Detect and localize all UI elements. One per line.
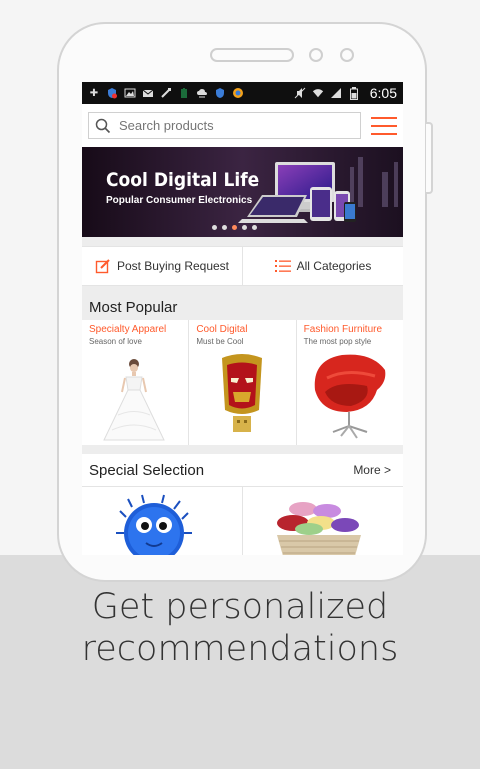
wedding-dress-image: [103, 359, 165, 441]
pagination-dot-active[interactable]: [232, 225, 237, 230]
post-buying-request-label: Post Buying Request: [116, 259, 230, 273]
shield-icon: [106, 87, 118, 99]
caption-line-1: Get personalized: [91, 587, 389, 627]
red-chair-image: [314, 354, 385, 439]
edit-icon: [95, 258, 111, 274]
all-categories-label: All Categories: [296, 259, 372, 273]
pagination-dot[interactable]: [242, 225, 247, 230]
search-input[interactable]: [117, 117, 341, 134]
phone-side-button: [426, 122, 433, 194]
banner-devices-image: [82, 147, 403, 237]
cloud-icon: [196, 87, 208, 99]
status-time: 6:05: [369, 85, 397, 101]
signal-icon: [330, 87, 342, 99]
special-selection-title: Special Selection: [89, 461, 205, 479]
plus-icon: ✚: [89, 87, 99, 99]
search-bar: [82, 104, 403, 147]
phone-camera: [340, 48, 354, 62]
banner-pagination: [212, 225, 257, 230]
battery-app-icon: [178, 87, 190, 99]
wifi-icon: [312, 87, 324, 99]
product-card-digital[interactable]: Cool Digital Must be Cool: [189, 320, 297, 445]
mail-icon: [142, 87, 154, 99]
phone-sensor: [309, 48, 323, 62]
special-item-towels[interactable]: [243, 487, 403, 555]
more-link[interactable]: More >: [353, 463, 391, 477]
all-categories-button[interactable]: All Categories: [242, 247, 403, 285]
caption-text: Get personalized recommendations: [0, 586, 480, 670]
most-popular-grid: Specialty Apparel Season of love Cool Di…: [82, 320, 403, 445]
pagination-dot[interactable]: [212, 225, 217, 230]
banner-subtitle: Popular Consumer Electronics: [106, 195, 253, 206]
app-screen: ✚ 6:05 Search products Cool Digital Life…: [82, 82, 403, 555]
caption-line-2: recommendations: [81, 629, 399, 669]
image-icon: [124, 87, 136, 99]
shield-icon: [214, 87, 226, 99]
search-box[interactable]: [88, 112, 361, 139]
product-card-furniture[interactable]: Fashion Furniture The most pop style: [297, 320, 403, 445]
product-card-apparel[interactable]: Specialty Apparel Season of love: [82, 320, 190, 445]
special-item-toy[interactable]: [82, 487, 243, 555]
usb-icon: [160, 87, 172, 99]
list-icon: [274, 259, 291, 273]
banner-title: Cool Digital Life: [106, 169, 260, 191]
pagination-dot[interactable]: [252, 225, 257, 230]
status-bar: ✚ 6:05: [82, 82, 403, 104]
special-selection-header: Special Selection More >: [82, 454, 403, 487]
most-popular-title: Most Popular: [89, 299, 178, 316]
special-selection-grid: [82, 487, 403, 555]
mute-icon: [294, 87, 306, 99]
phone-speaker: [210, 48, 294, 62]
iron-man-usb-image: [222, 354, 263, 432]
promo-banner[interactable]: Cool Digital Life Popular Consumer Elect…: [82, 147, 403, 237]
post-buying-request-button[interactable]: Post Buying Request: [82, 247, 242, 285]
pagination-dot[interactable]: [222, 225, 227, 230]
quick-actions: Post Buying Request All Categories: [82, 246, 403, 286]
battery-icon: [348, 86, 360, 100]
globe-icon: [232, 87, 244, 99]
search-icon: [95, 118, 111, 133]
blue-fluffy-toy-image: [116, 494, 192, 555]
towel-basket-image: [277, 502, 361, 555]
menu-icon[interactable]: [371, 116, 397, 135]
